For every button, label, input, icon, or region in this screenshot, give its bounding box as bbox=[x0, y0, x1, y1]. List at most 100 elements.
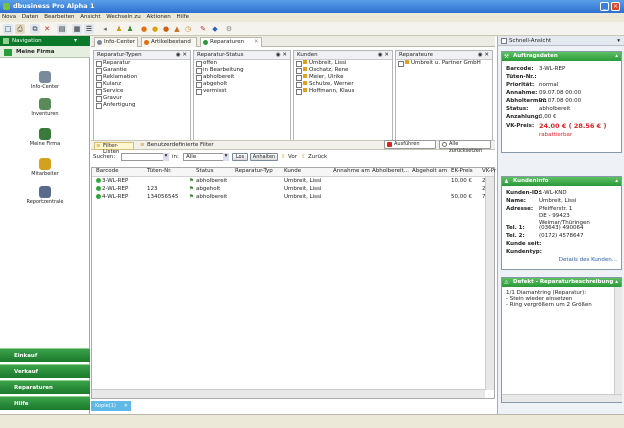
menu-aktionen[interactable]: Aktionen bbox=[146, 14, 170, 20]
menu-bearbeiten[interactable]: Bearbeiten bbox=[44, 14, 74, 20]
collapse-icon[interactable]: ▴ bbox=[615, 278, 618, 287]
nav-einkauf[interactable]: Einkauf bbox=[0, 348, 90, 362]
checkbox-anfertigung[interactable]: Anfertigung bbox=[94, 102, 190, 109]
circle-orange-icon[interactable]: ● bbox=[139, 24, 149, 34]
users-icon[interactable]: ♟ bbox=[114, 24, 124, 34]
close-icon[interactable]: ◉ ✕ bbox=[478, 51, 489, 60]
column-typ[interactable]: Reparatur-Typ bbox=[235, 168, 273, 175]
table-scrollbar-horizontal[interactable] bbox=[92, 389, 485, 398]
checkbox-kunde[interactable]: Oschatz, Rene bbox=[294, 67, 392, 74]
zurueck-button[interactable]: Zurück bbox=[308, 154, 327, 160]
sidebar-item-info-center[interactable]: Info-Center bbox=[0, 71, 90, 90]
page-tab[interactable]: Kopie(1) ✕ bbox=[91, 401, 131, 411]
tab-reparaturen[interactable]: Reparaturen ✕ bbox=[200, 37, 262, 47]
checkbox-kunde[interactable]: Schulze, Werner bbox=[294, 81, 392, 88]
back-arrow-icon[interactable]: ⇧ bbox=[301, 154, 306, 160]
tab-benutzerdefinierte[interactable]: ≡ Benutzerdefinierte Filter bbox=[139, 142, 214, 150]
sidebar-item-mitarbeiter[interactable]: Mitarbeiter bbox=[0, 158, 90, 177]
column-status[interactable]: Status bbox=[196, 168, 214, 175]
circle-red-icon[interactable]: ● bbox=[161, 24, 171, 34]
delete-icon[interactable]: ✕ bbox=[42, 24, 52, 34]
column-kunde[interactable]: Kunde bbox=[284, 168, 301, 175]
checkbox-abholbereit[interactable]: abholbereit bbox=[194, 74, 290, 81]
table-row[interactable]: 3-WL-REP ⚑ abholbereit Umbreit, Lissi 10… bbox=[92, 178, 494, 186]
menu-wechseln[interactable]: Wechseln zu bbox=[106, 14, 140, 20]
checkbox-kunde[interactable]: Umbreit, Lissi bbox=[294, 60, 392, 67]
defekt-text[interactable]: 1/1 Diamantring (Reparatur): - Stein wie… bbox=[502, 287, 621, 311]
minimize-button[interactable]: _ bbox=[600, 2, 609, 11]
column-barcode[interactable]: Barcode bbox=[96, 168, 119, 175]
column-tueten[interactable]: Tüten-Nr. bbox=[147, 168, 172, 175]
tab-artikelbestand[interactable]: Artikelbestand bbox=[141, 37, 197, 47]
grid-icon[interactable]: ▦ bbox=[72, 24, 82, 34]
defekt-scrollbar-horizontal[interactable] bbox=[502, 394, 622, 402]
checkbox-kunde[interactable]: Hoffmann, Klaus bbox=[294, 88, 392, 95]
clock-icon[interactable]: ◷ bbox=[183, 24, 193, 34]
close-tab-icon[interactable]: ✕ bbox=[254, 38, 259, 47]
column-vk-preis[interactable]: VK-Pr bbox=[482, 168, 496, 175]
checkbox-abgeholt[interactable]: abgeholt bbox=[194, 81, 290, 88]
circle-yellow-icon[interactable]: ● bbox=[150, 24, 160, 34]
copy-icon[interactable]: ⧉ bbox=[30, 24, 40, 34]
menu-ansicht[interactable]: Ansicht bbox=[80, 14, 100, 20]
checkbox-service[interactable]: Service bbox=[94, 88, 190, 95]
checkbox-reklamation[interactable]: Reklamation bbox=[94, 74, 190, 81]
checkbox-reparateur[interactable]: Umbreit u. Partner GmbH bbox=[396, 60, 492, 67]
triangle-icon[interactable]: ▲ bbox=[172, 24, 182, 34]
nav-verkauf[interactable]: Verkauf bbox=[0, 364, 90, 378]
pen-icon[interactable]: ✎ bbox=[198, 24, 208, 34]
sidebar-item-reportzentrale[interactable]: Reportzentrale bbox=[0, 186, 90, 205]
checkbox-kulanz[interactable]: Kulanz bbox=[94, 81, 190, 88]
column-abgeholt[interactable]: Abgeholt am bbox=[412, 168, 447, 175]
checkbox-garantie[interactable]: Garantie bbox=[94, 67, 190, 74]
column-ek-preis[interactable]: EK-Preis bbox=[451, 168, 473, 175]
close-window-button[interactable]: × bbox=[611, 2, 620, 11]
collapse-icon[interactable]: ▴ bbox=[615, 52, 618, 61]
search-input[interactable] bbox=[121, 153, 169, 161]
print-icon[interactable]: ⎙ bbox=[15, 24, 25, 34]
sidebar-item-meine-firma[interactable]: Meine Firma bbox=[0, 128, 90, 147]
close-icon[interactable]: ◉ ✕ bbox=[276, 51, 287, 60]
checkbox-reparatur[interactable]: Reparatur bbox=[94, 60, 190, 67]
chevron-down-icon[interactable]: ▾ bbox=[617, 36, 620, 46]
column-abholbereit[interactable]: Abholbereit... bbox=[372, 168, 409, 175]
chevron-down-icon[interactable]: ▾ bbox=[223, 153, 229, 161]
kundeninfo-header[interactable]: ♟ Kundeninfo ▴ bbox=[502, 177, 621, 186]
checkbox-in-bearbeitung[interactable]: in Bearbeitung bbox=[194, 67, 290, 74]
menu-hilfe[interactable]: Hilfe bbox=[177, 14, 190, 20]
new-icon[interactable]: □ bbox=[3, 24, 13, 34]
close-icon[interactable]: ◉ ✕ bbox=[176, 51, 187, 60]
back-icon[interactable]: ◂ bbox=[100, 24, 110, 34]
defekt-scrollbar-vertical[interactable] bbox=[614, 287, 622, 394]
defekt-header[interactable]: ⚠ Defekt - Reparaturbeschreibung ▴ bbox=[502, 278, 621, 287]
los-button[interactable]: Los bbox=[232, 153, 248, 161]
menu-daten[interactable]: Daten bbox=[22, 14, 39, 20]
checkbox-gravur[interactable]: Gravur bbox=[94, 95, 190, 102]
auftragsdaten-header[interactable]: ⚒ Auftragsdaten ▴ bbox=[502, 52, 621, 61]
checkbox-vermisst[interactable]: vermisst bbox=[194, 88, 290, 95]
table-row[interactable]: 4-WL-REP 134056545 ⚑ abholbereit Umbreit… bbox=[92, 194, 494, 202]
vor-button[interactable]: Vor bbox=[288, 154, 297, 160]
details-link[interactable]: Details des Kunden... bbox=[559, 256, 617, 264]
chevron-down-icon[interactable]: ▾ bbox=[74, 37, 77, 44]
tab-filter-listen[interactable]: ≡ Filter-Listen bbox=[94, 142, 134, 155]
ausfuehren-button[interactable]: Ausführen bbox=[384, 140, 436, 149]
list-icon[interactable]: ☰ bbox=[84, 24, 94, 34]
collapse-icon[interactable]: ▴ bbox=[615, 177, 618, 186]
sidebar-item-inventuren[interactable]: Inventuren bbox=[0, 98, 90, 117]
tab-info-center[interactable]: Info-Center bbox=[94, 37, 138, 47]
reset-all-button[interactable]: Alle zurücksetzen bbox=[439, 140, 491, 154]
chevron-down-icon[interactable]: ▾ bbox=[163, 153, 169, 161]
table-row[interactable]: 2-WL-REP 123 ⚑ abgeholt Umbreit, Lissi 2… bbox=[92, 186, 494, 194]
column-annahme[interactable]: Annahme am bbox=[333, 168, 370, 175]
checkbox-kunde[interactable]: Meier, Ulrike bbox=[294, 74, 392, 81]
forward-icon[interactable]: ⇩ bbox=[281, 154, 286, 160]
close-icon[interactable]: ◉ ✕ bbox=[378, 51, 389, 60]
nav-hilfe[interactable]: Hilfe bbox=[0, 396, 90, 410]
checkbox-offen[interactable]: offen bbox=[194, 60, 290, 67]
settings-icon[interactable]: ⚙ bbox=[224, 24, 234, 34]
menu-nova[interactable]: Nova bbox=[2, 14, 16, 20]
view-icon[interactable]: ▤ bbox=[57, 24, 67, 34]
drop-icon[interactable]: ◆ bbox=[210, 24, 220, 34]
nav-reparaturen[interactable]: Reparaturen bbox=[0, 380, 90, 394]
